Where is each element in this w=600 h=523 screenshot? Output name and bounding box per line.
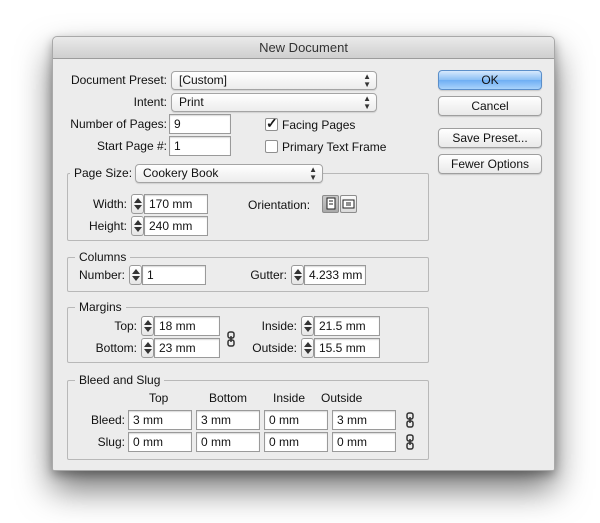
slug-top-field[interactable]: 0 mm [128,432,192,452]
slug-inside-field[interactable]: 0 mm [264,432,328,452]
page-size-value: Cookery Book [143,166,219,180]
margin-bottom-label: Bottom: [95,341,137,355]
facing-pages-label: Facing Pages [282,118,356,132]
margin-inside-stepper[interactable] [301,316,314,336]
margin-inside-field[interactable]: 21.5 mm [314,316,380,336]
document-preset-value: [Custom] [179,73,228,87]
intent-value: Print [179,95,204,109]
bleed-inside-field[interactable]: 0 mm [264,410,328,430]
start-page-label: Start Page #: [96,139,167,153]
bleed-header-bottom: Bottom [209,391,248,405]
primary-text-frame-label: Primary Text Frame [282,140,387,154]
ok-button[interactable]: OK [438,70,542,90]
height-stepper[interactable] [131,216,144,236]
gutter-field[interactable]: 4.233 mm [304,265,366,285]
slug-bottom-field[interactable]: 0 mm [196,432,260,452]
bleed-label: Bleed: [90,413,125,427]
margin-bottom-stepper[interactable] [141,338,154,358]
bleed-top-field[interactable]: 3 mm [128,410,192,430]
width-label: Width: [92,197,127,211]
columns-number-label: Number: [78,268,125,282]
page-size-select[interactable]: Cookery Book ▲ ▼ [135,164,323,183]
slug-link-button[interactable] [404,434,416,450]
bleed-outside-field[interactable]: 3 mm [332,410,396,430]
chain-link-icon [406,434,414,450]
facing-pages-checkbox[interactable]: ✓ [265,115,278,131]
margin-outside-label: Outside: [252,341,297,355]
document-preset-label: Document Preset: [70,73,167,87]
orientation-label: Orientation: [248,198,311,212]
save-preset-button[interactable]: Save Preset... [438,128,542,148]
margin-top-field[interactable]: 18 mm [154,316,220,336]
cancel-button[interactable]: Cancel [438,96,542,116]
margin-top-stepper[interactable] [141,316,154,336]
portrait-orientation-button[interactable] [322,195,339,213]
gutter-stepper[interactable] [291,265,304,285]
checkmark-icon: ✓ [266,115,278,131]
page-size-label: Page Size: [70,166,137,180]
columns-number-field[interactable]: 1 [142,265,206,285]
chain-link-icon [406,412,414,428]
intent-label: Intent: [133,95,167,109]
width-stepper[interactable] [131,194,144,214]
margins-title: Margins [75,300,126,314]
landscape-page-icon [342,199,355,209]
dialog-title: New Document [53,37,554,59]
portrait-page-icon [326,197,336,210]
new-document-dialog: New Document Document Preset: [Custom] ▲… [52,36,555,471]
bleed-header-top: Top [149,391,169,405]
columns-title: Columns [75,250,131,264]
number-of-pages-label: Number of Pages: [70,117,167,131]
slug-label: Slug: [97,435,125,449]
height-label: Height: [88,219,127,233]
columns-number-stepper[interactable] [129,265,142,285]
bleed-header-outside: Outside [321,391,363,405]
bleed-slug-title: Bleed and Slug [75,373,165,387]
intent-select[interactable]: Print ▲ ▼ [171,93,377,112]
bleed-link-button[interactable] [404,412,416,428]
gutter-label: Gutter: [250,268,287,282]
margin-top-label: Top: [114,319,137,333]
landscape-orientation-button[interactable] [340,195,357,213]
fewer-options-button[interactable]: Fewer Options [438,154,542,174]
number-of-pages-field[interactable]: 9 [169,114,231,134]
select-arrows-icon: ▲ ▼ [309,164,317,182]
margin-inside-label: Inside: [261,319,297,333]
select-arrows-icon: ▲ ▼ [363,93,371,111]
width-field[interactable]: 170 mm [144,194,208,214]
margin-outside-stepper[interactable] [301,338,314,358]
margin-outside-field[interactable]: 15.5 mm [314,338,380,358]
document-preset-select[interactable]: [Custom] ▲ ▼ [171,71,377,90]
slug-outside-field[interactable]: 0 mm [332,432,396,452]
start-page-field[interactable]: 1 [169,136,231,156]
select-arrows-icon: ▲ ▼ [363,71,371,89]
height-field[interactable]: 240 mm [144,216,208,236]
margin-bottom-field[interactable]: 23 mm [154,338,220,358]
bleed-header-inside: Inside [273,391,306,405]
primary-text-frame-checkbox[interactable] [265,140,278,153]
bleed-bottom-field[interactable]: 3 mm [196,410,260,430]
